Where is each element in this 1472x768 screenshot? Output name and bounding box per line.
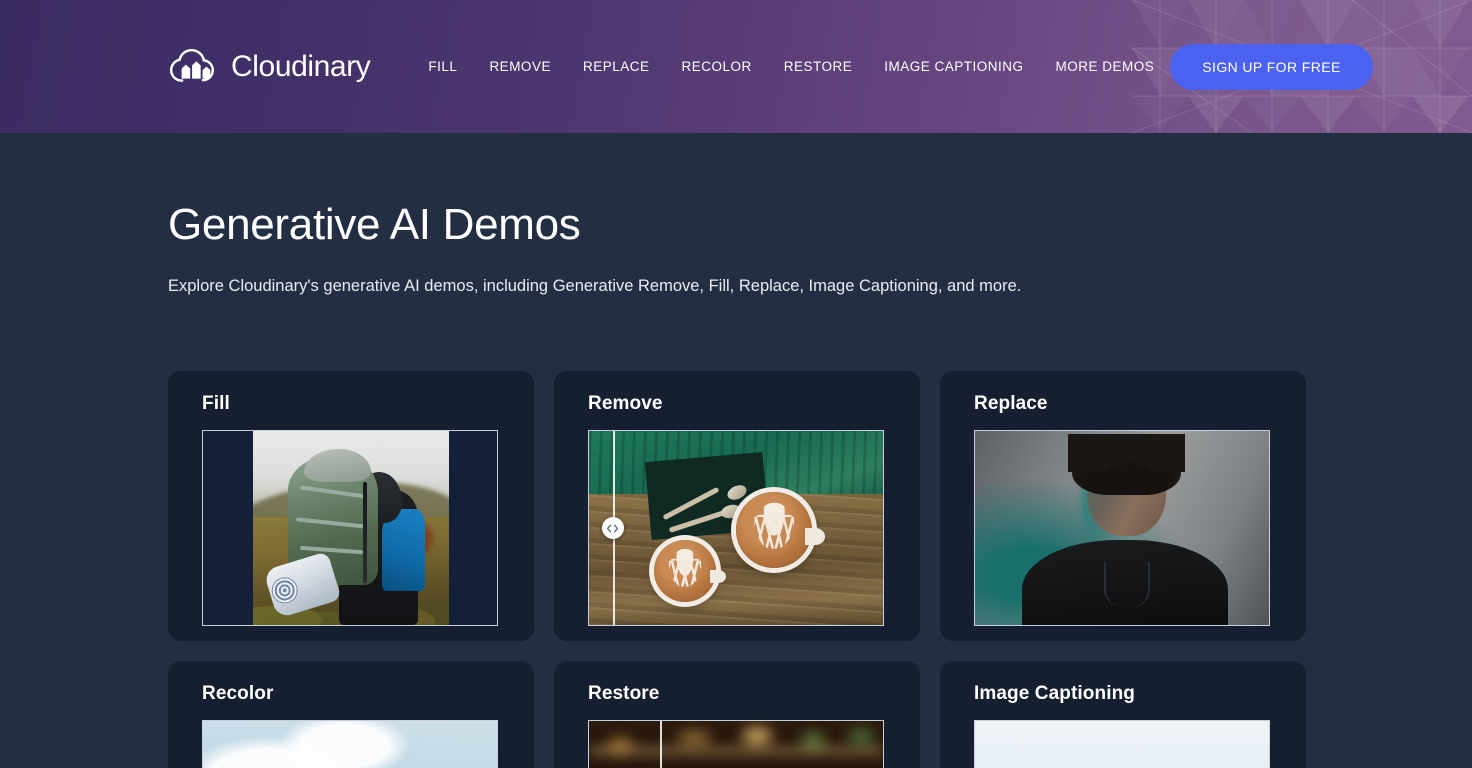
demo-card-grid: Fill (168, 371, 1304, 768)
bokeh-light (607, 737, 633, 753)
nav-item-replace[interactable]: REPLACE (567, 53, 666, 80)
card-media-recolor[interactable] (202, 720, 498, 768)
bokeh-light (742, 727, 772, 745)
demo-card-remove[interactable]: Remove (554, 371, 920, 641)
demo-card-fill[interactable]: Fill (168, 371, 534, 641)
cloud (279, 720, 408, 768)
nav-item-fill[interactable]: FILL (412, 53, 473, 80)
mountain-photo (975, 721, 1269, 768)
sign-up-for-free-button[interactable]: SIGN UP FOR FREE (1170, 44, 1372, 90)
card-title-recolor: Recolor (202, 683, 500, 705)
card-title-fill: Fill (202, 393, 500, 415)
bar-interior-photo (589, 721, 883, 768)
latte-photo (589, 431, 883, 625)
header-content: Cloudinary FILL REMOVE REPLACE RECOLOR R… (0, 0, 1472, 133)
curly-hair (1072, 437, 1181, 495)
card-media-remove[interactable] (588, 430, 884, 626)
cup-handle (805, 528, 825, 545)
portrait-photo (975, 431, 1269, 625)
card-media-fill[interactable] (202, 430, 498, 626)
fill-generative-canvas (203, 431, 497, 625)
page-content: Generative AI Demos Explore Cloudinary's… (0, 133, 1472, 768)
card-media-replace[interactable] (974, 430, 1270, 626)
slider-chevrons-icon (606, 524, 619, 533)
page-subtitle: Explore Cloudinary's generative AI demos… (168, 275, 1304, 298)
hiker-photo (253, 431, 449, 625)
card-media-image-captioning[interactable] (974, 720, 1270, 768)
bokeh-light (801, 733, 825, 749)
card-title-replace: Replace (974, 393, 1272, 415)
card-media-restore[interactable] (588, 720, 884, 768)
before-after-divider[interactable] (660, 721, 662, 768)
nav-item-remove[interactable]: REMOVE (473, 53, 567, 80)
cloudinary-cloud-icon (168, 49, 224, 85)
latte-cup-large (736, 492, 812, 568)
cloudinary-logo[interactable]: Cloudinary (168, 49, 370, 85)
nav-item-image-captioning[interactable]: IMAGE CAPTIONING (868, 53, 1039, 80)
page-title: Generative AI Demos (168, 133, 1304, 249)
demo-card-recolor[interactable]: Recolor (168, 661, 534, 768)
demo-card-image-captioning[interactable]: Image Captioning (940, 661, 1306, 768)
sky-photo (203, 721, 497, 768)
card-title-restore: Restore (588, 683, 886, 705)
latte-art-leaf (669, 549, 701, 594)
bokeh-light (677, 731, 711, 745)
bar-shelf (589, 745, 883, 764)
latte-cup-small (654, 540, 716, 602)
black-hoodie (1022, 540, 1228, 625)
before-after-slider-handle[interactable] (602, 517, 624, 539)
demo-card-replace[interactable]: Replace (940, 371, 1306, 641)
nav-item-restore[interactable]: RESTORE (768, 53, 869, 80)
logo-wordmark: Cloudinary (231, 52, 370, 82)
card-title-image-captioning: Image Captioning (974, 683, 1272, 705)
card-title-remove: Remove (588, 393, 886, 415)
trekking-pole (363, 482, 367, 583)
nav-item-recolor[interactable]: RECOLOR (665, 53, 767, 80)
site-header: Cloudinary FILL REMOVE REPLACE RECOLOR R… (0, 0, 1472, 133)
bokeh-light (848, 729, 874, 745)
nav-item-more-demos[interactable]: MORE DEMOS (1040, 53, 1171, 80)
primary-navigation: FILL REMOVE REPLACE RECOLOR RESTORE IMAG… (412, 53, 1170, 80)
demo-card-restore[interactable]: Restore (554, 661, 920, 768)
latte-art-leaf (754, 502, 794, 557)
